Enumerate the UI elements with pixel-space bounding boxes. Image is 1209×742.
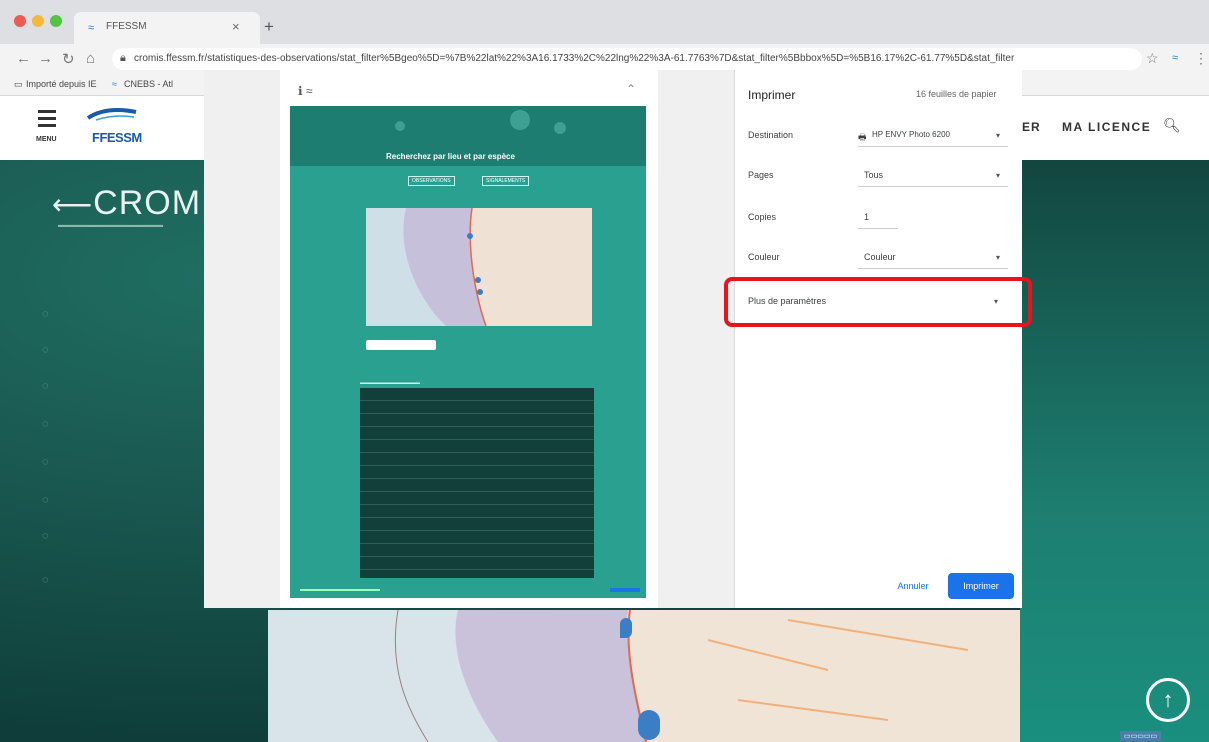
print-button[interactable]: Imprimer [948, 573, 1014, 599]
map-cluster-marker-icon[interactable] [638, 710, 660, 740]
select-underline [858, 268, 1008, 269]
more-options-icon[interactable]: ⋮ [1194, 50, 1208, 67]
cancel-button[interactable]: Annuler [888, 575, 938, 597]
nav-item-partial[interactable]: ER [1022, 120, 1041, 134]
maximize-window-icon[interactable] [50, 15, 62, 27]
ffessm-favicon-icon: ≈ [88, 22, 95, 34]
ffessm-logo-text[interactable]: FFESSM [92, 130, 142, 145]
close-tab-icon[interactable]: × [232, 19, 240, 34]
sheet-count: 16 feuilles de papier [916, 89, 997, 99]
sidebar-link-icon[interactable]: ◌ [42, 380, 54, 392]
copies-label: Copies [748, 212, 777, 222]
chevron-down-icon[interactable]: ▾ [996, 131, 1000, 140]
sidebar-link-icon[interactable]: ◌ [42, 344, 54, 356]
sidebar-link-icon[interactable]: ◌ [42, 530, 54, 542]
new-tab-icon[interactable]: + [264, 17, 274, 37]
highlight-annotation [724, 277, 1032, 327]
destination-label: Destination [748, 130, 794, 140]
forward-icon[interactable]: → [38, 50, 53, 67]
destination-select[interactable]: HP ENVY Photo 6200 [872, 130, 950, 139]
close-window-icon[interactable] [14, 15, 26, 27]
home-icon[interactable]: ⌂ [86, 50, 95, 67]
lock-icon[interactable]: 🔒︎ [120, 52, 126, 65]
preview-table-caption: ▬▬▬▬▬▬▬▬▬▬▬▬ [360, 380, 420, 386]
preview-close-icon[interactable]: ⌃ [626, 82, 636, 96]
scroll-to-top-button[interactable]: ↑ [1146, 678, 1190, 722]
print-dialog-gap [658, 70, 734, 608]
pages-select[interactable]: Tous [864, 170, 883, 180]
preview-map-graphic [403, 208, 592, 326]
chevron-down-icon[interactable]: ▾ [996, 253, 1000, 262]
preview-header-icons: ℹ ≈ [298, 84, 313, 98]
bookmark-imported[interactable]: Importé depuis IE [26, 79, 97, 89]
copies-input[interactable]: 1 [864, 212, 869, 222]
sidebar-link-icon[interactable]: ◌ [42, 308, 54, 320]
preview-map [366, 208, 592, 326]
hero-right-panel [1020, 160, 1209, 742]
sidebar-link-icon[interactable]: ◌ [42, 574, 54, 586]
bookmark-star-icon[interactable]: ☆ [1146, 50, 1159, 67]
chevron-down-icon[interactable]: ▾ [996, 171, 1000, 180]
url-text[interactable]: cromis.ffessm.fr/statistiques-des-observ… [134, 53, 1124, 64]
ffessm-logo-wave-icon [86, 108, 137, 121]
cromis-subtitle-decoration: ▬▬▬▬▬▬▬▬▬▬▬▬▬▬▬ [58, 222, 163, 229]
minimize-window-icon[interactable] [32, 15, 44, 27]
hamburger-menu-icon[interactable] [38, 110, 56, 131]
color-label: Couleur [748, 252, 780, 262]
select-underline [858, 146, 1008, 147]
print-dialog-title: Imprimer [748, 88, 796, 102]
extension-icon[interactable]: ≈ [1172, 52, 1178, 64]
search-icon[interactable]: 🔍︎ [1163, 117, 1181, 134]
map-marker-icon[interactable] [620, 618, 632, 638]
sidebar-link-icon[interactable]: ◌ [42, 418, 54, 430]
back-icon[interactable]: ← [16, 50, 31, 67]
menu-label[interactable]: MENU [36, 136, 57, 143]
color-select[interactable]: Couleur [864, 252, 896, 262]
bookmark-folder-icon[interactable]: ▭ [14, 79, 23, 90]
print-dialog-margin-left [204, 70, 280, 608]
sidebar-link-icon[interactable]: ◌ [42, 494, 54, 506]
preview-select [366, 340, 436, 350]
preview-table [360, 388, 594, 578]
preview-footer-graphic [300, 588, 640, 592]
preview-tab-signalements: SIGNALEMENTS [482, 176, 530, 186]
printer-icon: 🖶 [858, 132, 867, 142]
sidebar-link-icon[interactable]: ◌ [42, 456, 54, 468]
preview-sheet-title: Recherchez par lieu et par espèce [386, 152, 515, 161]
pages-label: Pages [748, 170, 774, 180]
print-settings-panel [734, 70, 1022, 608]
map-credit-badge[interactable]: ▭▭▭▭▭ [1120, 731, 1162, 741]
preview-tab-observations: OBSERVATIONS [408, 176, 455, 186]
bookmark-favicon-icon: ≈ [112, 79, 117, 89]
bookmark-cnebs[interactable]: CNEBS - Atl [124, 79, 173, 89]
nav-item-ma-licence[interactable]: MA LICENCE [1062, 120, 1151, 134]
input-underline [858, 228, 898, 229]
tab-title: FFESSM [106, 21, 147, 32]
select-underline [858, 186, 1008, 187]
reload-icon[interactable]: ↻ [62, 50, 75, 68]
